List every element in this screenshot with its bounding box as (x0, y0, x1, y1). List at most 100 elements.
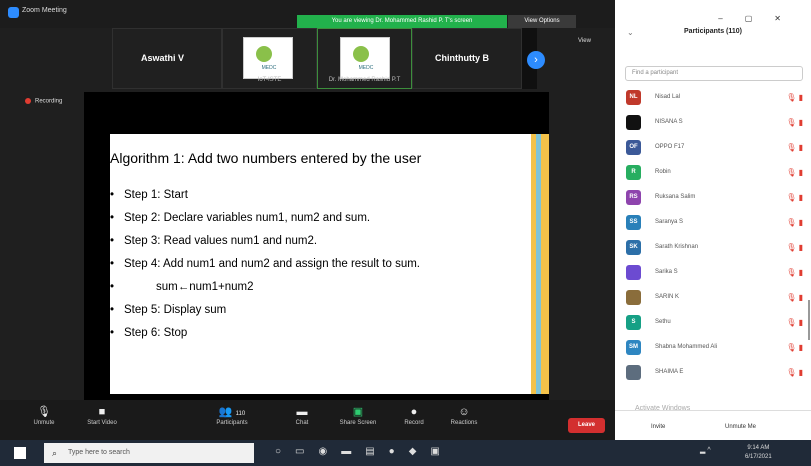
view-button[interactable]: View (578, 38, 591, 44)
slide-decoration (536, 134, 541, 394)
invite-button[interactable]: Invite (651, 424, 665, 430)
leaf-icon (353, 46, 369, 62)
participant-name: OPPO F17 (655, 144, 685, 150)
participant-row[interactable]: NL Nisad Lal 🎙 ▮ (623, 86, 807, 111)
step-list: Step 1: Start Step 2: Declare variables … (110, 184, 534, 345)
muted-status-icon: 🎙 ▮ (786, 143, 803, 152)
muted-status-icon: 🎙 ▮ (786, 318, 803, 327)
clock-date: 6/17/2021 (745, 454, 772, 460)
participant-row[interactable]: NISANA S 🎙 ▮ (623, 111, 807, 136)
participant-name: NISANA S (655, 119, 683, 125)
shared-screen: Algorithm 1: Add two numbers entered by … (84, 92, 549, 400)
video-off-icon: ■ (98, 406, 106, 418)
record-button[interactable]: ● Record (392, 404, 436, 426)
participants-button[interactable]: 👥 110 Participants (210, 404, 254, 426)
step-item: Step 4: Add num1 and num2 and assign the… (110, 253, 534, 276)
participant-row[interactable]: SM Shabna Mohammed Ali 🎙 ▮ (623, 336, 807, 361)
avatar: OF (626, 140, 641, 155)
video-tile-aswathi[interactable]: Aswathi V (112, 28, 222, 89)
reactions-button[interactable]: ☺ Reactions (442, 404, 486, 426)
video-tile-chinthutty[interactable]: Chinthutty B (412, 28, 522, 89)
muted-status-icon: 🎙 ▮ (786, 368, 803, 377)
unmute-button[interactable]: 🎙 Unmute (22, 404, 66, 426)
recording-label: Recording (35, 98, 63, 105)
avatar (626, 115, 641, 130)
avatar (626, 265, 641, 280)
avatar: NL (626, 90, 641, 105)
participant-name: Sarath Krishnan (655, 244, 699, 250)
chat-button[interactable]: ▬ Chat (280, 404, 324, 426)
taskbar-search-input[interactable]: ⌕ Type here to search (44, 443, 254, 463)
logo-text: MEDC (358, 65, 374, 71)
record-label: Record (404, 420, 424, 426)
tile-label: Dr. Mohammed Rashid P.T (328, 77, 401, 83)
muted-status-icon: 🎙 ▮ (786, 268, 803, 277)
muted-status-icon: 🎙 ▮ (786, 243, 803, 252)
participant-row[interactable]: R Robin 🎙 ▮ (623, 161, 807, 186)
unmute-me-button[interactable]: Unmute Me (725, 424, 756, 430)
muted-status-icon: 🎙 ▮ (786, 343, 803, 352)
participant-search-input[interactable]: Find a participant (625, 66, 803, 81)
participant-row[interactable]: SK Sarath Krishnan 🎙 ▮ (623, 236, 807, 261)
clock-time: 9:14 AM (747, 445, 770, 451)
step-item: Step 2: Declare variables num1, num2 and… (110, 207, 534, 230)
participant-list: NL Nisad Lal 🎙 ▮ NISANA S 🎙 ▮ OF OPPO F17 🎙 ▮ R R… (623, 86, 807, 386)
participant-row[interactable]: OF OPPO F17 🎙 ▮ (623, 136, 807, 161)
search-icon: ⌕ (52, 448, 58, 458)
share-screen-icon: ▣ (352, 406, 364, 418)
participant-row[interactable]: SHAIMA E 🎙 ▮ (623, 361, 807, 386)
video-tile-rashid[interactable]: MEDC Dr. Mohammed Rashid P.T (317, 28, 412, 89)
step-item: Step 1: Start (110, 184, 534, 207)
step-item: sum←num1+num2 (110, 276, 534, 299)
avatar (626, 290, 641, 305)
participant-name: Ruksana Salim (655, 194, 696, 200)
participants-label: Participants (216, 420, 248, 426)
muted-status-icon: 🎙 ▮ (786, 168, 803, 177)
taskbar-clock: 9:14 AM 6/17/2021 (745, 444, 772, 462)
participant-name: Robin (655, 169, 671, 175)
avatar: SS (626, 215, 641, 230)
window-controls[interactable]: –▢✕ (718, 14, 803, 23)
leaf-icon (256, 46, 272, 62)
share-screen-button[interactable]: ▣ Share Screen (336, 404, 380, 426)
system-tray-icons[interactable]: ▂ ^ (700, 446, 711, 454)
recording-indicator: Recording (25, 98, 62, 105)
windows-start-icon[interactable] (14, 447, 26, 459)
participant-name: Nisad Lal (655, 94, 681, 100)
tile-label: IoT-ISTE (257, 77, 282, 83)
video-tile-iot-iste[interactable]: MEDC IoT-ISTE (222, 28, 317, 89)
step-item: Step 3: Read values num1 and num2. (110, 230, 534, 253)
record-icon: ● (410, 406, 418, 418)
slide-title: Algorithm 1: Add two numbers entered by … (110, 150, 422, 166)
avatar: SK (626, 240, 641, 255)
taskbar-apps[interactable]: ○▭◉▬▤●◆▣ (275, 446, 454, 457)
window-titlebar: Zoom Meeting You are viewing Dr. Mohamme… (0, 0, 615, 28)
participant-name: SARIN K (655, 294, 680, 300)
record-dot-icon (25, 98, 31, 104)
windows-taskbar: ⌕ Type here to search ○▭◉▬▤●◆▣ ▂ ^ 9:14 A… (0, 440, 811, 466)
scrollbar[interactable] (808, 300, 810, 340)
panel-footer: Activate Windows Invite Unmute Me (615, 405, 811, 440)
muted-status-icon: 🎙 ▮ (786, 193, 803, 202)
panel-title: Participants (110) (684, 28, 742, 35)
participants-icon: 👥 110 (218, 406, 246, 418)
participant-row[interactable]: Sarika S 🎙 ▮ (623, 261, 807, 286)
chat-label: Chat (295, 420, 309, 426)
avatar: SM (626, 340, 641, 355)
avatar (626, 365, 641, 380)
reactions-label: Reactions (450, 420, 478, 426)
participant-row[interactable]: SARIN K 🎙 ▮ (623, 286, 807, 311)
view-options-button[interactable]: View Options (508, 15, 576, 28)
logo-text: MEDC (261, 65, 277, 71)
start-video-label: Start Video (87, 420, 117, 426)
next-page-arrow-icon[interactable]: › (527, 51, 545, 69)
participant-row[interactable]: RS Ruksana Salim 🎙 ▮ (623, 186, 807, 211)
participant-row[interactable]: S Sethu 🎙 ▮ (623, 311, 807, 336)
participant-row[interactable]: SS Saranya S 🎙 ▮ (623, 211, 807, 236)
microphone-muted-icon: 🎙 (37, 406, 51, 418)
start-video-button[interactable]: ■ Start Video (80, 404, 124, 426)
muted-status-icon: 🎙 ▮ (786, 218, 803, 227)
chat-icon: ▬ (296, 406, 308, 418)
participant-name: Aswathi V (141, 53, 185, 63)
leave-button[interactable]: Leave (568, 418, 605, 433)
